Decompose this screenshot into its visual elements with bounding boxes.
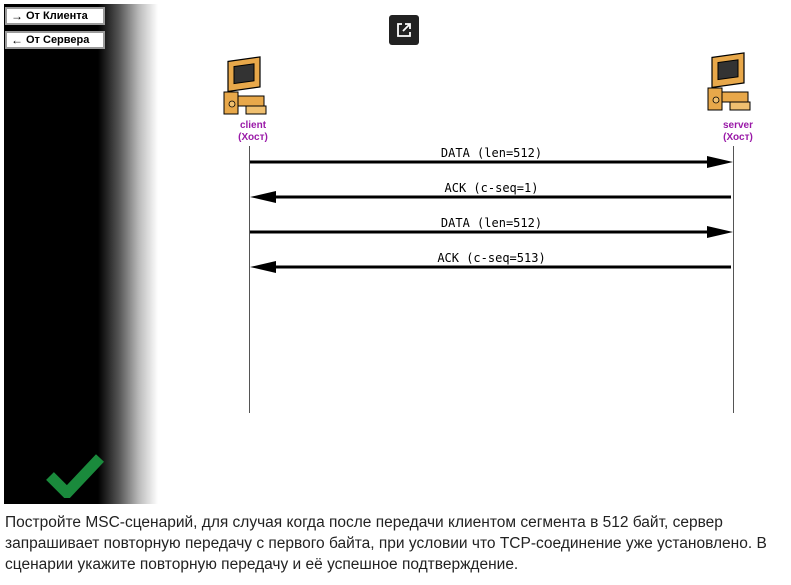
message-label: ACK (c-seq=513) [437, 251, 545, 265]
message-arrow[interactable]: ACK (c-seq=513) [250, 251, 731, 273]
message-label: DATA (len=512) [441, 216, 542, 230]
arrowhead [250, 261, 276, 273]
arrowhead [707, 156, 733, 168]
computer-icon [223, 56, 267, 115]
computer-icon [707, 52, 751, 111]
server-host: server (Хост) [707, 52, 753, 143]
message-arrow[interactable]: ACK (c-seq=1) [250, 181, 731, 203]
client-name: client [240, 120, 267, 131]
server-name: server [723, 120, 753, 131]
message-arrow[interactable]: DATA (len=512) [250, 146, 733, 168]
client-host: client (Хост) [223, 56, 268, 143]
checkmark-icon [46, 454, 104, 498]
server-role: (Хост) [723, 132, 753, 143]
arrowhead [250, 191, 276, 203]
message-arrow[interactable]: DATA (len=512) [250, 216, 733, 238]
client-role: (Хост) [238, 132, 268, 143]
arrowhead [707, 226, 733, 238]
message-layer: DATA (len=512) ACK (c-seq=1) DATA (len=512… [250, 146, 733, 273]
message-label: ACK (c-seq=1) [445, 181, 539, 195]
task-description: Постройте MSC-сценарий, для случая когда… [5, 514, 767, 573]
message-label: DATA (len=512) [441, 146, 542, 160]
msc-diagram: client (Хост) server (Хост) DATA (len=51… [223, 52, 753, 413]
